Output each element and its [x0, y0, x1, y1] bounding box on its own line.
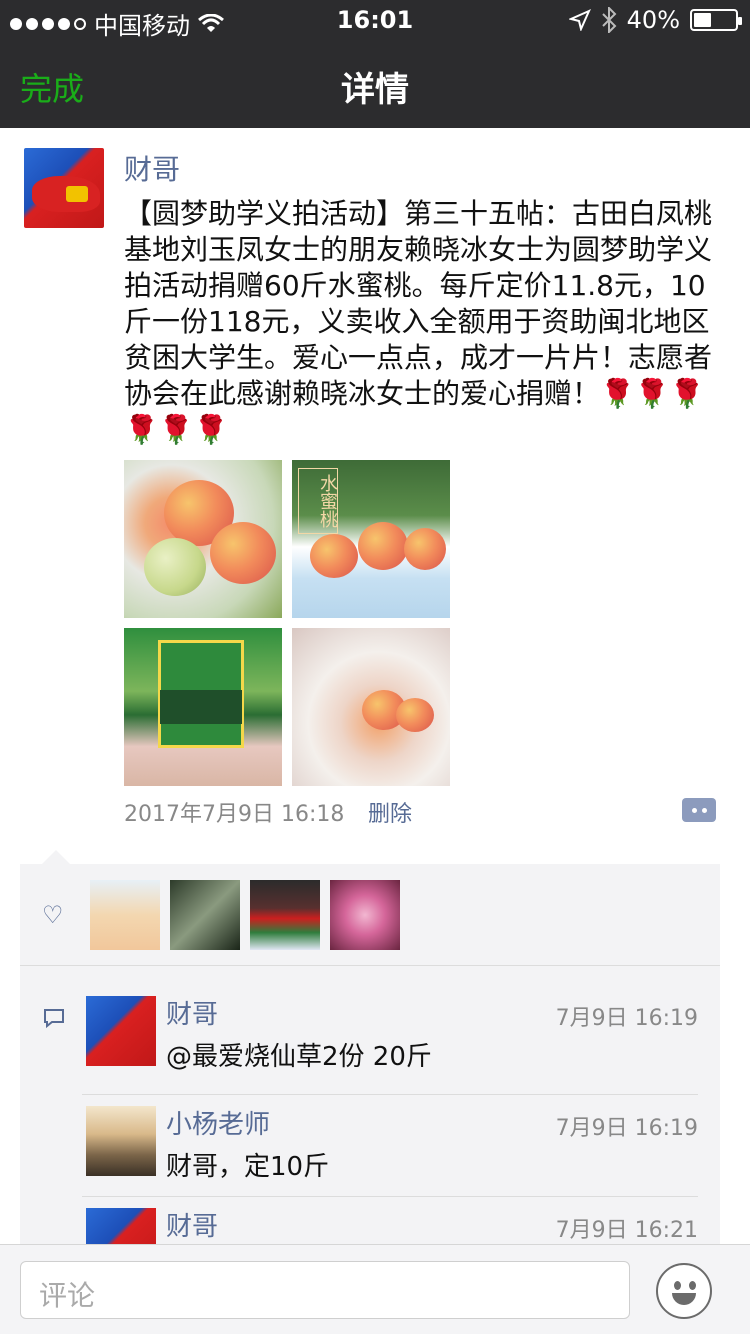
post-image-4[interactable] [292, 628, 450, 786]
comment-author[interactable]: 小杨老师 [166, 1104, 270, 1141]
comment-input[interactable]: 评论 [20, 1261, 630, 1319]
comment-area-caret [42, 850, 70, 864]
comment-item[interactable]: 财哥 7月9日 16:21 [20, 1208, 720, 1244]
comment-time: 7月9日 16:19 [555, 1006, 698, 1031]
likes-row: ♡ [20, 864, 720, 966]
like-avatar[interactable] [330, 880, 400, 950]
more-dot-icon [701, 807, 707, 813]
post-image-3[interactable] [124, 628, 282, 786]
page-title: 详情 [341, 70, 409, 110]
more-actions-button[interactable] [682, 798, 716, 822]
post-text: 【圆梦助学义拍活动】第三十五帖：古田白凤桃基地刘玉凤女士的朋友赖晓冰女士为圆梦助… [124, 197, 713, 446]
comment-item[interactable]: 小杨老师 7月9日 16:19 财哥，定10斤 [20, 1106, 720, 1196]
comment-time: 7月9日 16:19 [555, 1116, 698, 1141]
comment-placeholder: 评论 [39, 1279, 96, 1312]
like-avatar[interactable] [250, 880, 320, 950]
comment-avatar[interactable] [86, 1208, 156, 1244]
delete-button[interactable]: 删除 [368, 796, 412, 828]
status-right: 40% [568, 6, 742, 34]
more-dot-icon [691, 807, 697, 813]
status-bar: 中国移动 16:01 40% [0, 0, 750, 40]
comment-item[interactable]: 财哥 7月9日 16:19 @最爱烧仙草2份 20斤 [20, 996, 720, 1086]
comment-avatar[interactable] [86, 1106, 156, 1176]
comment-text: 财哥，定10斤 [166, 1152, 330, 1182]
emoji-icon[interactable] [656, 1263, 712, 1319]
comment-area: ♡ 财哥 7月9日 16:19 @最爱烧仙草2份 20斤 小杨老师 7月9日 1… [20, 864, 720, 1244]
header: 中国移动 16:01 40% 完成 详情 [0, 0, 750, 128]
avatar[interactable] [24, 148, 104, 228]
location-arrow-icon [568, 9, 591, 31]
comment-text: @最爱烧仙草2份 20斤 [166, 1042, 432, 1072]
nav-bar: 完成 详情 [0, 40, 750, 128]
image-grid: 水蜜桃 [124, 460, 454, 790]
heart-icon: ♡ [42, 901, 64, 929]
comment-time: 7月9日 16:21 [555, 1218, 698, 1243]
post-image-2[interactable]: 水蜜桃 [292, 460, 450, 618]
post-time: 2017年7月9日 16:18 [124, 802, 345, 827]
comment-author[interactable]: 财哥 [166, 994, 218, 1031]
battery-percent: 40% [626, 6, 680, 34]
battery-icon [690, 9, 742, 31]
like-avatar[interactable] [170, 880, 240, 950]
comment-icon [44, 1009, 64, 1029]
image-overlay-label: 水蜜桃 [298, 468, 338, 534]
post-image-1[interactable] [124, 460, 282, 618]
bluetooth-icon [601, 7, 617, 33]
comment-divider [82, 1196, 698, 1197]
comment-input-bar: 评论 [0, 1244, 750, 1334]
comment-divider [82, 1094, 698, 1095]
comment-avatar[interactable] [86, 996, 156, 1066]
like-avatar[interactable] [90, 880, 160, 950]
post-author[interactable]: 财哥 [124, 148, 180, 188]
comment-author[interactable]: 财哥 [166, 1208, 218, 1243]
